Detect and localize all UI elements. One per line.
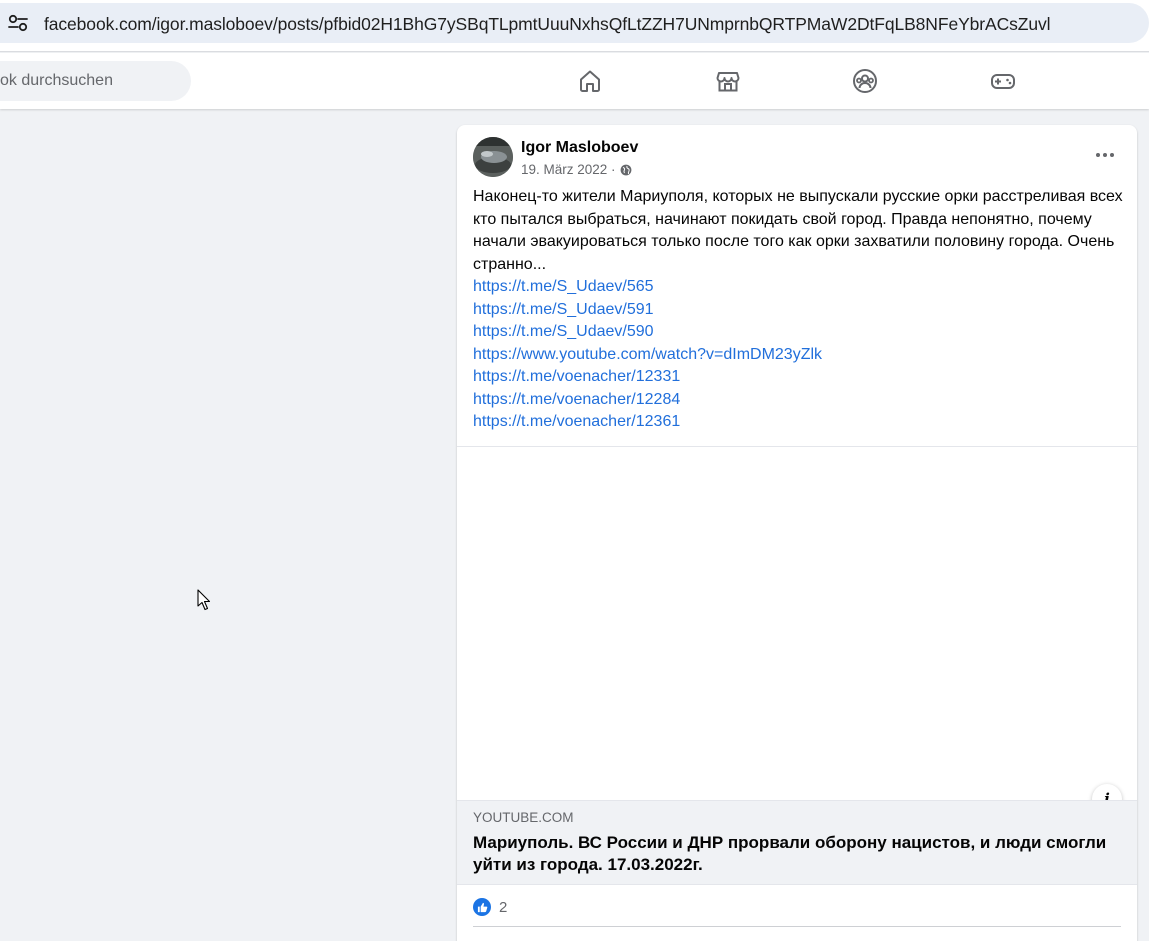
post-link[interactable]: https://t.me/voenacher/12284	[473, 389, 822, 412]
facebook-top-nav: ok durchsuchen	[0, 53, 1149, 109]
reactions-summary[interactable]: 2	[473, 895, 507, 919]
post-link[interactable]: https://t.me/S_Udaev/590	[473, 321, 822, 344]
divider	[473, 926, 1121, 927]
preview-domain: YOUTUBE.COM	[473, 810, 574, 825]
link-preview[interactable]: YOUTUBE.COM Мариуполь. ВС России и ДНР п…	[457, 800, 1137, 885]
post-link[interactable]: https://www.youtube.com/watch?v=dImDM23y…	[473, 344, 822, 367]
groups-icon[interactable]	[851, 67, 879, 95]
search-input[interactable]: ok durchsuchen	[0, 61, 191, 101]
like-icon	[473, 898, 491, 916]
mouse-cursor-icon	[197, 589, 211, 611]
link-preview-media[interactable]	[457, 446, 1137, 800]
like-count: 2	[499, 898, 508, 916]
avatar[interactable]	[473, 137, 513, 177]
post-meta: 19. März 2022 ·	[521, 162, 632, 177]
home-icon[interactable]	[576, 67, 604, 95]
profile-photo-icon	[473, 137, 513, 177]
post-text: Наконец-то жители Мариуполя, которых не …	[473, 188, 1123, 273]
marketplace-icon[interactable]	[714, 67, 742, 95]
post-link[interactable]: https://t.me/voenacher/12361	[473, 411, 822, 434]
post-author-name[interactable]: Igor Masloboev	[521, 139, 638, 157]
tune-icon[interactable]	[8, 14, 28, 32]
browser-address-bar: facebook.com/igor.masloboev/posts/pfbid0…	[0, 0, 1149, 52]
search-placeholder: ok durchsuchen	[0, 72, 113, 89]
post-link[interactable]: https://t.me/S_Udaev/565	[473, 276, 822, 299]
url-omnibox[interactable]: facebook.com/igor.masloboev/posts/pfbid0…	[0, 3, 1149, 43]
more-options-button[interactable]	[1087, 143, 1123, 167]
post-card: Igor Masloboev 19. März 2022 · Наконец-т…	[457, 125, 1137, 941]
gaming-icon[interactable]	[989, 67, 1017, 95]
preview-title[interactable]: Мариуполь. ВС России и ДНР прорвали обор…	[473, 832, 1113, 876]
dot-icon	[1096, 153, 1100, 157]
dot-icon	[1110, 153, 1114, 157]
thumbs-up-icon	[477, 902, 487, 912]
dot-icon	[1103, 153, 1107, 157]
post-link[interactable]: https://t.me/S_Udaev/591	[473, 299, 822, 322]
post-link[interactable]: https://t.me/voenacher/12331	[473, 366, 822, 389]
post-links: https://t.me/S_Udaev/565 https://t.me/S_…	[473, 276, 822, 434]
url-text[interactable]: facebook.com/igor.masloboev/posts/pfbid0…	[44, 14, 1051, 35]
post-date[interactable]: 19. März 2022 ·	[521, 162, 616, 177]
globe-icon	[620, 164, 631, 175]
